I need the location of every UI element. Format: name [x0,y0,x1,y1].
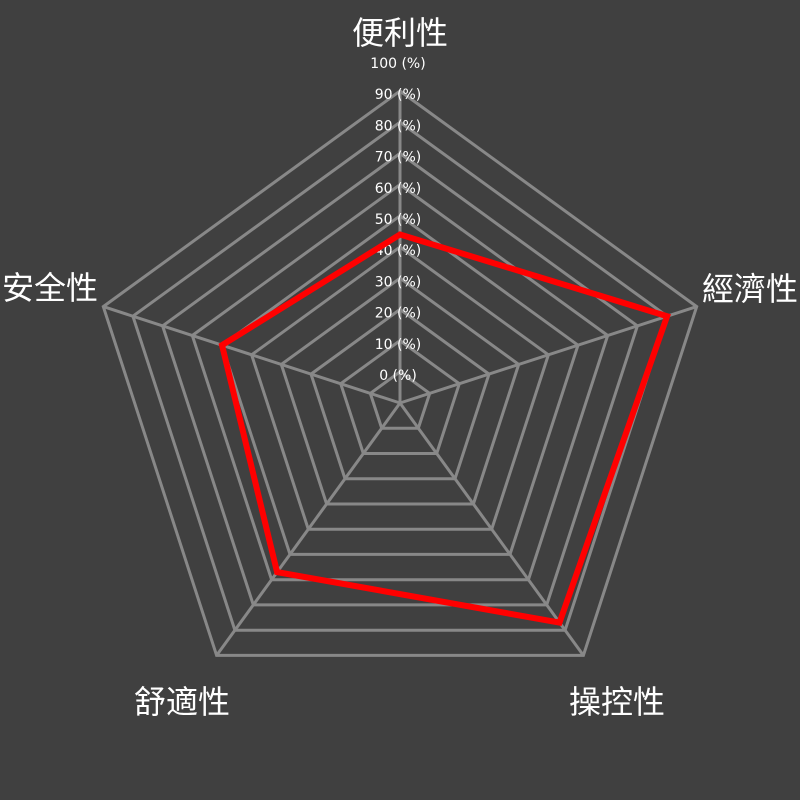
tick-label-1: 10 (%) [375,337,422,353]
tick-label-9: 90 (%) [375,87,422,103]
tick-label-3: 30 (%) [375,274,422,290]
tick-label-7: 70 (%) [375,150,422,166]
tick-label-5: 50 (%) [375,212,422,228]
grid-spoke-4 [102,305,401,405]
axis-label-3: 舒適性 [134,683,230,721]
axis-label-2: 操控性 [569,683,665,721]
tick-label-10: 100 (%) [370,56,425,72]
radar-chart: 0 (%) 10 (%) 20 (%) 30 (%) 40 (%) 50 (%) 60 (%… [0,0,800,800]
tick-label-6: 60 (%) [375,181,422,197]
axis-label-1: 經濟性 [702,270,798,308]
tick-label-2: 20 (%) [375,306,422,322]
tick-label-8: 80 (%) [375,118,422,134]
axis-label-0: 便利性 [352,14,448,52]
tick-label-0: 0 (%) [379,368,417,384]
axis-label-4: 安全性 [2,269,98,307]
radar-chart-svg: 0 (%)10 (%)20 (%)30 (%)40 (%)50 (%)60 (%… [2,14,798,721]
